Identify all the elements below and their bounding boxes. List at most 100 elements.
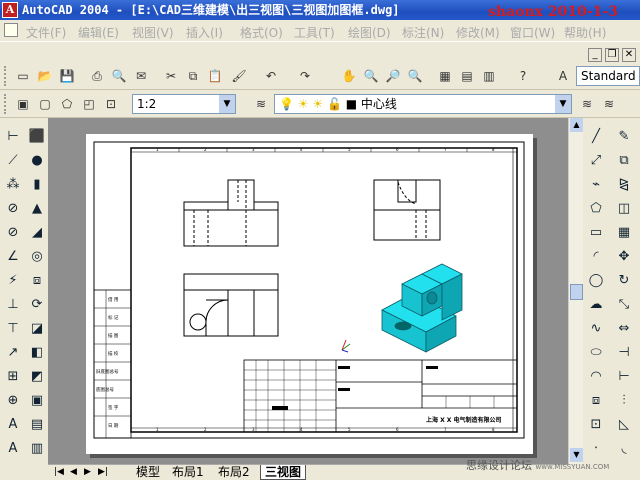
polyline-icon[interactable]: ⌁ bbox=[587, 176, 605, 194]
wedge-icon[interactable]: ◢ bbox=[28, 224, 46, 242]
dim-radius-icon[interactable]: ⊘ bbox=[4, 200, 22, 218]
offset-icon[interactable]: ◫ bbox=[615, 200, 633, 218]
text-style-icon[interactable]: A bbox=[554, 67, 572, 85]
viewport-single-icon[interactable]: ▣ bbox=[14, 95, 32, 113]
tab-next-icon[interactable]: ▶ bbox=[84, 467, 91, 477]
make-object-layer-current-icon[interactable]: ≋ bbox=[578, 95, 596, 113]
scale-icon[interactable]: ⤡ bbox=[615, 296, 633, 314]
trim-icon[interactable]: ⊣ bbox=[615, 344, 633, 362]
array-icon[interactable]: ▦ bbox=[615, 224, 633, 242]
menu-insert[interactable]: 插入(I) bbox=[186, 24, 223, 41]
extrude-icon[interactable]: ⧈ bbox=[28, 272, 46, 290]
stretch-icon[interactable]: ⇔ bbox=[615, 320, 633, 338]
zoom-window-icon[interactable]: 🔎 bbox=[384, 67, 402, 85]
redo-icon[interactable]: ↷ bbox=[296, 67, 314, 85]
move-icon[interactable]: ✥ bbox=[615, 248, 633, 266]
tab-model[interactable]: 模型 bbox=[132, 465, 164, 480]
rectangle-icon[interactable]: ▭ bbox=[587, 224, 605, 242]
copy-object-icon[interactable]: ⧉ bbox=[615, 152, 633, 170]
viewport-object-icon[interactable]: ◰ bbox=[80, 95, 98, 113]
construction-line-icon[interactable]: ⤢ bbox=[587, 152, 605, 170]
menu-file[interactable]: 文件(F) bbox=[26, 24, 66, 41]
undo-icon[interactable]: ↶ bbox=[262, 67, 280, 85]
arc-icon[interactable]: ◜ bbox=[587, 248, 605, 266]
dim-aligned-icon[interactable]: ⟋ bbox=[4, 152, 22, 170]
print-preview-icon[interactable]: 🔍 bbox=[110, 67, 128, 85]
revolve-icon[interactable]: ⟳ bbox=[28, 296, 46, 314]
mirror-icon[interactable]: ⧎ bbox=[615, 176, 633, 194]
zoom-previous-icon[interactable]: 🔍 bbox=[406, 67, 424, 85]
ellipse-icon[interactable]: ⬭ bbox=[587, 344, 605, 362]
viewport-scale-select[interactable]: 1:2 ▼ bbox=[132, 94, 236, 114]
menu-modify[interactable]: 修改(M) bbox=[456, 24, 500, 41]
menu-dimension[interactable]: 标注(N) bbox=[402, 24, 444, 41]
make-block-icon[interactable]: ⊡ bbox=[587, 416, 605, 434]
close-icon[interactable]: ✕ bbox=[622, 48, 636, 62]
print-icon[interactable]: ⎙ bbox=[88, 67, 106, 85]
publish-icon[interactable]: ✉ bbox=[132, 67, 150, 85]
quick-dim-icon[interactable]: ⚡ bbox=[4, 272, 22, 290]
pan-icon[interactable]: ✋ bbox=[340, 67, 358, 85]
viewport-polygon-icon[interactable]: ⬠ bbox=[58, 95, 76, 113]
fillet-icon[interactable]: ◟ bbox=[615, 440, 633, 458]
tab-layout2[interactable]: 布局2 bbox=[214, 465, 254, 480]
viewport-icon[interactable]: ▢ bbox=[36, 95, 54, 113]
line-icon[interactable]: ╱ bbox=[587, 128, 605, 146]
chamfer-icon[interactable]: ◺ bbox=[615, 416, 633, 434]
chevron-down-icon[interactable]: ▼ bbox=[219, 95, 235, 113]
break-icon[interactable]: ⫶ bbox=[615, 392, 633, 410]
menu-edit[interactable]: 编辑(E) bbox=[78, 24, 119, 41]
interfere-icon[interactable]: ◩ bbox=[28, 368, 46, 386]
tab-three-views[interactable]: 三视图 bbox=[260, 465, 307, 480]
setup-profile-icon[interactable]: ▥ bbox=[28, 440, 46, 458]
scroll-thumb[interactable] bbox=[570, 284, 583, 300]
autocad-app-icon[interactable]: A bbox=[2, 2, 18, 18]
revision-cloud-icon[interactable]: ☁ bbox=[587, 296, 605, 314]
tab-first-icon[interactable]: |◀ bbox=[54, 467, 64, 477]
box-icon[interactable]: ⬛ bbox=[28, 128, 46, 146]
dim-angular-icon[interactable]: ∠ bbox=[4, 248, 22, 266]
dim-continue-icon[interactable]: ⊤ bbox=[4, 320, 22, 338]
tab-layout1[interactable]: 布局1 bbox=[168, 465, 208, 480]
slice-icon[interactable]: ◪ bbox=[28, 320, 46, 338]
menu-view[interactable]: 视图(V) bbox=[132, 24, 174, 41]
text-style-select[interactable]: Standard bbox=[576, 66, 640, 86]
match-properties-icon[interactable]: 🖌 bbox=[230, 67, 248, 85]
polygon-icon[interactable]: ⬠ bbox=[587, 200, 605, 218]
section-icon[interactable]: ◧ bbox=[28, 344, 46, 362]
copy-icon[interactable]: ⧉ bbox=[184, 67, 202, 85]
save-icon[interactable]: 💾 bbox=[58, 67, 76, 85]
new-file-icon[interactable]: ▭ bbox=[14, 67, 32, 85]
torus-icon[interactable]: ◎ bbox=[28, 248, 46, 266]
restore-icon[interactable]: ❐ bbox=[605, 48, 619, 62]
vertical-scrollbar[interactable]: ▲ ▼ bbox=[568, 118, 583, 464]
tab-last-icon[interactable]: ▶| bbox=[98, 467, 108, 477]
menu-window[interactable]: 窗口(W) bbox=[510, 24, 555, 41]
leader-icon[interactable]: ↗ bbox=[4, 344, 22, 362]
dimension-icon[interactable]: ⊢ bbox=[4, 128, 22, 146]
layer-manager-icon[interactable]: ≋ bbox=[252, 95, 270, 113]
cut-icon[interactable]: ✂ bbox=[162, 67, 180, 85]
toolbar-grip[interactable] bbox=[4, 94, 7, 114]
dim-edit-icon[interactable]: A bbox=[4, 416, 22, 434]
document-menu-icon[interactable] bbox=[4, 23, 18, 37]
extend-icon[interactable]: ⊢ bbox=[615, 368, 633, 386]
layer-previous-icon[interactable]: ≋ bbox=[600, 95, 618, 113]
dim-ordinate-icon[interactable]: ⁂ bbox=[4, 176, 22, 194]
tool-palettes-icon[interactable]: ▥ bbox=[480, 67, 498, 85]
dim-diameter-icon[interactable]: ⊘ bbox=[4, 224, 22, 242]
setup-drawing-icon[interactable]: ▣ bbox=[28, 392, 46, 410]
spline-icon[interactable]: ∿ bbox=[587, 320, 605, 338]
menu-draw[interactable]: 绘图(D) bbox=[348, 24, 391, 41]
zoom-realtime-icon[interactable]: 🔍 bbox=[362, 67, 380, 85]
paste-icon[interactable]: 📋 bbox=[206, 67, 224, 85]
insert-block-icon[interactable]: ⧈ bbox=[587, 392, 605, 410]
design-center-icon[interactable]: ▤ bbox=[458, 67, 476, 85]
menu-tools[interactable]: 工具(T) bbox=[294, 24, 335, 41]
dim-baseline-icon[interactable]: ⊥ bbox=[4, 296, 22, 314]
properties-icon[interactable]: ▦ bbox=[436, 67, 454, 85]
toolbar-grip[interactable] bbox=[4, 66, 7, 86]
center-mark-icon[interactable]: ⊕ bbox=[4, 392, 22, 410]
rotate-icon[interactable]: ↻ bbox=[615, 272, 633, 290]
tab-prev-icon[interactable]: ◀ bbox=[70, 467, 77, 477]
